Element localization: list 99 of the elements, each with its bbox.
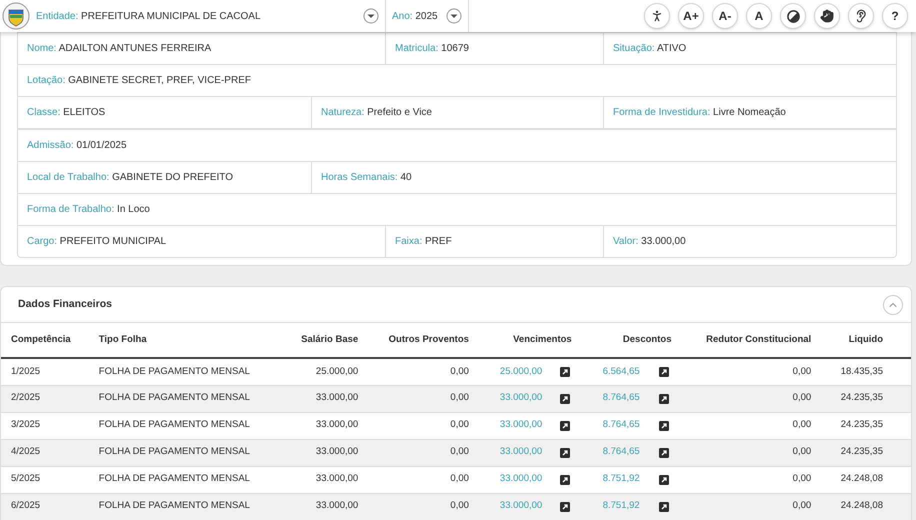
table-cell: 0,00 [450, 473, 469, 484]
field-text: Faixa: PREF [395, 235, 452, 249]
field-text: Forma de Trabalho: In Loco [27, 203, 150, 217]
amount-link[interactable]: 33.000,00 [500, 472, 542, 487]
arrow-square-icon[interactable] [659, 394, 670, 404]
table-cell: 5/2025 [11, 473, 40, 484]
field-text: Lotação: GABINETE SECRET, PREF, VICE-PREF [27, 74, 251, 88]
arrow-square-icon[interactable] [659, 502, 670, 512]
year-text: Ano: 2025 [392, 10, 438, 24]
arrow-square-icon[interactable] [560, 474, 570, 484]
table-cell: 33.000,00 [316, 446, 358, 458]
contrast-icon [786, 10, 800, 22]
field-text: Valor: 33.000,00 [613, 235, 686, 249]
field-text: Cargo: PREFEITO MUNICIPAL [27, 235, 166, 249]
dropdown-caret-icon[interactable] [446, 8, 462, 24]
section-title: Dados Financeiros [18, 296, 112, 312]
column-header: Redutor Constitucional [706, 334, 812, 345]
amount-link[interactable]: 8.764,65 [602, 391, 640, 406]
field-text: Nome: ADAILTON ANTUNES FERREIRA [27, 42, 212, 56]
column-header: Liquido [848, 334, 883, 345]
arrow-square-icon[interactable] [659, 366, 670, 377]
amount-link[interactable]: 6.564,65 [602, 364, 640, 379]
table-cell: 33.000,00 [316, 392, 358, 404]
arrow-square-icon[interactable] [560, 502, 570, 512]
column-header: Competência [11, 334, 71, 345]
entity-text: Entidade: PREFEITURA MUNICIPAL DE CACOAL [36, 10, 262, 24]
font-size-button[interactable]: A+ [678, 3, 704, 29]
field-text: Local de Trabalho: GABINETE DO PREFEITO [27, 171, 234, 185]
table-cell: 0,00 [792, 473, 812, 484]
table-cell: 2/2025 [11, 392, 40, 404]
arrow-square-icon[interactable] [560, 394, 570, 404]
table-cell: 4/2025 [11, 446, 40, 458]
font-size-button[interactable]: ? [882, 3, 908, 29]
table-cell: 24.235,35 [840, 392, 883, 404]
arrow-square-icon[interactable] [659, 474, 670, 484]
arrow-square-icon[interactable] [659, 420, 670, 430]
table-cell: 3/2025 [11, 419, 40, 430]
table-cell: 0,00 [792, 366, 812, 377]
field-text: Forma de Investidura: Livre Nomeação [613, 106, 786, 120]
contrast-button[interactable] [780, 3, 806, 29]
font-size-button[interactable]: A- [712, 3, 738, 29]
table-cell: 6/2025 [11, 500, 40, 512]
table-cell: 25.000,00 [316, 366, 358, 377]
font-size-button[interactable]: A [746, 3, 772, 29]
sign-language-button[interactable] [814, 3, 840, 29]
ear-icon [854, 9, 868, 23]
field-text: Natureza: Prefeito e Vice [321, 106, 432, 120]
table-cell: 0,00 [450, 419, 469, 430]
field-text: Classe: ELEITOS [27, 106, 106, 120]
table-cell: 33.000,00 [316, 419, 358, 430]
table-cell: FOLHA DE PAGAMENTO MENSAL [98, 419, 250, 430]
table-cell: 0,00 [792, 419, 812, 430]
table-cell: FOLHA DE PAGAMENTO MENSAL [98, 392, 250, 404]
table-cell: 33.000,00 [316, 473, 358, 484]
amount-link[interactable]: 33.000,00 [500, 418, 542, 433]
amount-link[interactable]: 33.000,00 [500, 445, 542, 460]
table-cell: 33.000,00 [316, 500, 358, 512]
field-text: Horas Semanais: 40 [321, 171, 412, 185]
amount-link[interactable]: 25.000,00 [500, 364, 542, 379]
table-cell: 0,00 [450, 446, 469, 458]
field-text: Situação: ATIVO [613, 42, 686, 56]
field-text: Matricula: 10679 [395, 42, 469, 56]
table-cell: 24.235,35 [840, 446, 883, 458]
table-cell: 0,00 [450, 500, 469, 512]
column-header: Outros Proventos [388, 334, 469, 345]
table-cell: FOLHA DE PAGAMENTO MENSAL [98, 446, 250, 458]
accessibility-button[interactable] [644, 3, 670, 29]
table-cell: 1/2025 [11, 366, 40, 377]
arrow-square-icon[interactable] [560, 366, 570, 377]
amount-link[interactable]: 8.764,65 [602, 445, 640, 460]
amount-link[interactable]: 8.751,92 [602, 499, 640, 514]
amount-link[interactable]: 8.751,92 [602, 472, 640, 487]
table-cell: 0,00 [450, 366, 469, 377]
dropdown-caret-icon[interactable] [363, 8, 379, 24]
amount-link[interactable]: 33.000,00 [500, 499, 542, 514]
hand-icon [820, 9, 834, 23]
column-header: Vencimentos [513, 334, 572, 345]
hearing-button[interactable] [848, 3, 874, 29]
table-cell: 0,00 [792, 446, 812, 458]
arrow-square-icon[interactable] [560, 448, 570, 458]
person-icon [650, 9, 664, 23]
table-cell: FOLHA DE PAGAMENTO MENSAL [98, 500, 250, 512]
arrow-square-icon[interactable] [560, 420, 570, 430]
amount-link[interactable]: 8.764,65 [602, 418, 640, 433]
table-cell: 0,00 [450, 392, 469, 404]
table-cell: FOLHA DE PAGAMENTO MENSAL [98, 366, 250, 377]
column-header: Descontos [622, 334, 672, 345]
column-header: Tipo Folha [98, 334, 147, 345]
table-cell: 18.435,35 [840, 366, 883, 377]
table-cell: 0,00 [792, 392, 812, 404]
table-cell: 24.235,35 [840, 419, 883, 430]
table-cell: 24.248,08 [840, 500, 883, 512]
field-text: Admissão: 01/01/2025 [27, 139, 127, 153]
table-cell: FOLHA DE PAGAMENTO MENSAL [98, 473, 250, 484]
arrow-square-icon[interactable] [659, 448, 670, 458]
table-cell: 0,00 [792, 500, 812, 512]
amount-link[interactable]: 33.000,00 [500, 391, 542, 406]
table-cell: 24.248,08 [840, 473, 883, 484]
column-header: Salário Base [301, 334, 358, 345]
